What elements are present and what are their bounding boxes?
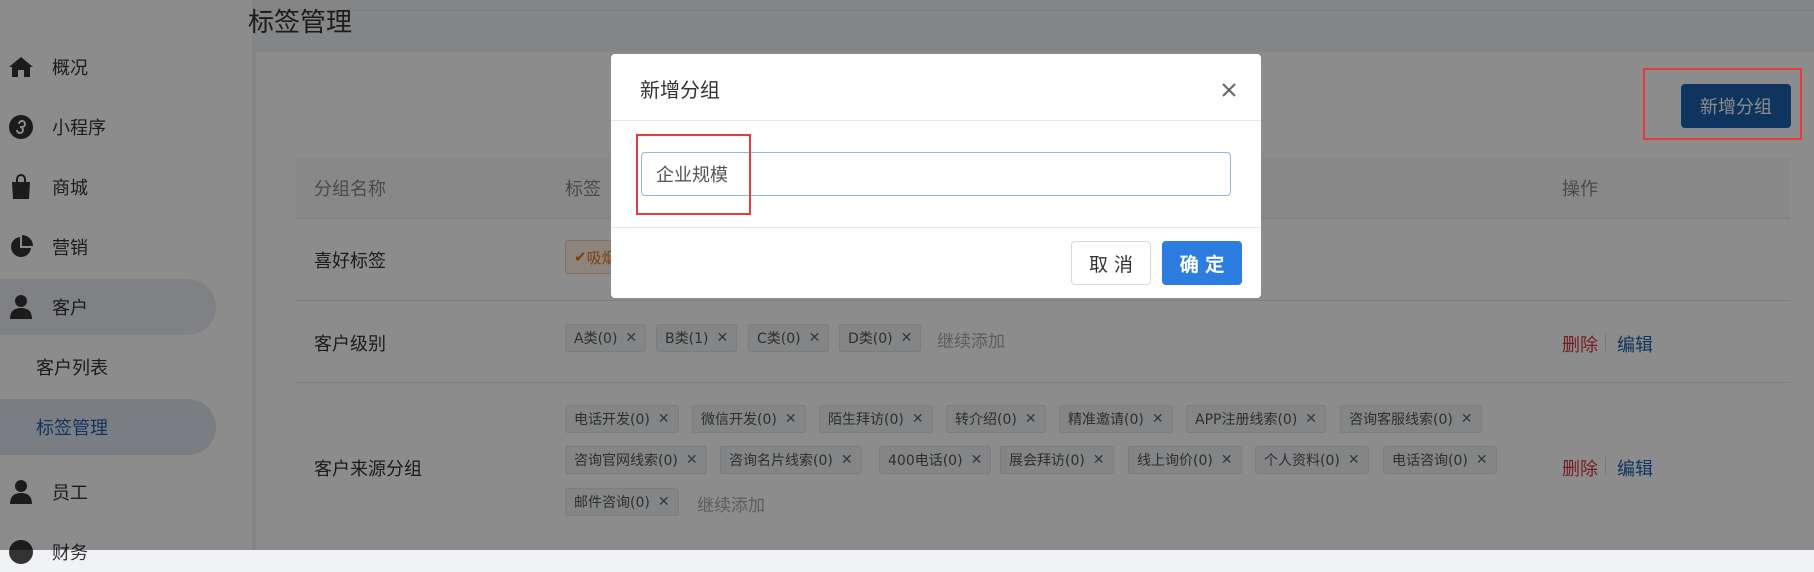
close-icon[interactable] bbox=[1217, 78, 1241, 102]
confirm-button[interactable]: 确 定 bbox=[1162, 241, 1242, 285]
dialog-title: 新增分组 bbox=[640, 78, 720, 102]
cancel-button[interactable]: 取 消 bbox=[1071, 241, 1151, 285]
dialog-divider bbox=[611, 120, 1261, 121]
dialog-divider bbox=[611, 227, 1261, 228]
highlight-box bbox=[636, 134, 751, 215]
highlight-box bbox=[1643, 68, 1802, 140]
